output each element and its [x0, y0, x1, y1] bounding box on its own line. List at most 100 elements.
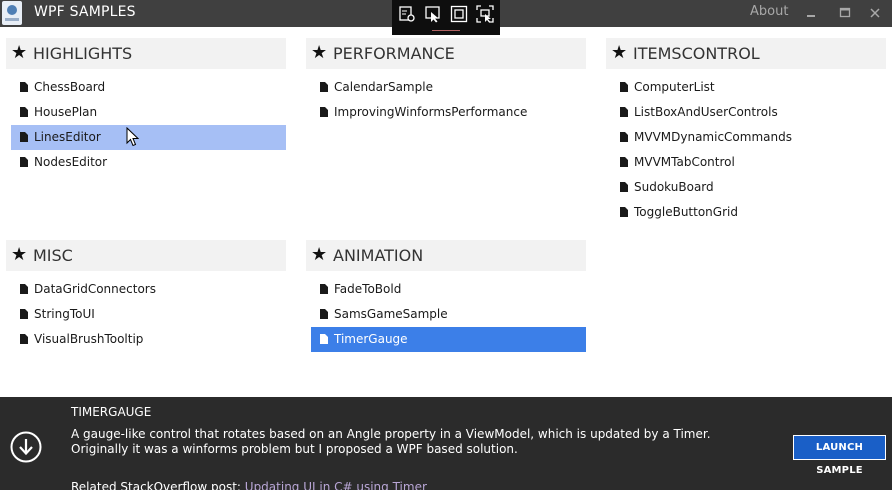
group-header: ★ ANIMATION [306, 240, 586, 271]
track-focus-icon[interactable] [476, 5, 494, 23]
arrow-down-circle-icon[interactable] [10, 431, 42, 463]
document-icon [320, 309, 328, 319]
document-icon [20, 82, 28, 92]
live-visual-tree-icon[interactable] [398, 5, 416, 23]
star-icon: ★ [11, 244, 28, 265]
sample-item-sudokuboard[interactable]: SudokuBoard [611, 175, 886, 200]
sample-item-lineseditor[interactable]: LinesEditor [11, 125, 286, 150]
sample-item-visualbrushtooltip[interactable]: VisualBrushTooltip [11, 327, 286, 352]
details-title: TIMERGAUGE [71, 405, 152, 419]
document-icon [20, 309, 28, 319]
document-icon [620, 207, 628, 217]
sample-label: ToggleButtonGrid [634, 205, 738, 219]
sample-label: ChessBoard [34, 80, 106, 94]
group-title: PERFORMANCE [333, 44, 455, 63]
details-panel: TIMERGAUGE A gauge-like control that rot… [0, 397, 892, 490]
sample-item-fadetobold[interactable]: FadeToBold [311, 277, 586, 302]
sample-item-computerlist[interactable]: ComputerList [611, 75, 886, 100]
document-icon [20, 132, 28, 142]
sample-label: SamsGameSample [334, 307, 448, 321]
sample-label: DataGridConnectors [34, 282, 156, 296]
document-icon [320, 284, 328, 294]
sample-item-mvvmtabcontrol[interactable]: MVVMTabControl [611, 150, 886, 175]
close-icon [870, 8, 880, 18]
maximize-button[interactable] [828, 0, 862, 27]
star-icon: ★ [311, 42, 328, 63]
sample-label: CalendarSample [334, 80, 433, 94]
app-window: WPF SAMPLES About ★ HIGHLIGHTS ChessBoar… [0, 0, 892, 490]
group-header: ★ MISC [6, 240, 286, 271]
group-performance: ★ PERFORMANCE CalendarSample ImprovingWi… [306, 38, 586, 125]
sample-label: LinesEditor [34, 130, 101, 144]
select-element-icon[interactable] [424, 5, 442, 23]
sample-item-stringtoui[interactable]: StringToUI [11, 302, 286, 327]
sample-label: ImprovingWinformsPerformance [334, 105, 528, 119]
sample-label: ListBoxAndUserControls [634, 105, 778, 119]
sample-item-datagridconnectors[interactable]: DataGridConnectors [11, 277, 286, 302]
group-animation: ★ ANIMATION FadeToBold SamsGameSample Ti… [306, 240, 586, 352]
about-link[interactable]: About [750, 4, 788, 19]
mouse-cursor-icon [126, 127, 140, 147]
star-icon: ★ [11, 42, 28, 63]
app-logo-icon [2, 1, 22, 25]
display-layout-adorners-icon[interactable] [450, 5, 468, 23]
title-bar[interactable]: WPF SAMPLES About [0, 0, 892, 35]
document-icon [620, 182, 628, 192]
sample-label: FadeToBold [334, 282, 402, 296]
minimize-icon [807, 15, 815, 17]
sample-item-mvvmdynamiccommands[interactable]: MVVMDynamicCommands [611, 125, 886, 150]
sample-label: SudokuBoard [634, 180, 714, 194]
details-description-line2: Originally it was a winforms problem but… [71, 442, 518, 456]
group-title: ANIMATION [333, 246, 424, 265]
launch-sample-button[interactable]: LAUNCH SAMPLE [793, 435, 886, 476]
sample-label: StringToUI [34, 307, 95, 321]
sample-item-houseplan[interactable]: HousePlan [11, 100, 286, 125]
document-icon [620, 157, 628, 167]
document-icon [320, 334, 328, 344]
sample-label: ComputerList [634, 80, 715, 94]
sample-item-togglebuttongrid[interactable]: ToggleButtonGrid [611, 200, 886, 225]
sample-item-nodeseditor[interactable]: NodesEditor [11, 150, 286, 175]
toolbar-grip [432, 30, 460, 31]
sample-item-calendarsample[interactable]: CalendarSample [311, 75, 586, 100]
group-misc: ★ MISC DataGridConnectors StringToUI Vis… [6, 240, 286, 352]
sample-label: TimerGauge [334, 332, 408, 346]
maximize-icon [839, 7, 851, 18]
star-icon: ★ [311, 244, 328, 265]
document-icon [620, 82, 628, 92]
document-icon [320, 82, 328, 92]
group-header: ★ ITEMSCONTROL [606, 38, 886, 69]
group-header: ★ HIGHLIGHTS [6, 38, 286, 69]
sample-label: MVVMTabControl [634, 155, 735, 169]
sample-item-listboxandusercontrols[interactable]: ListBoxAndUserControls [611, 100, 886, 125]
sample-item-samsgamesample[interactable]: SamsGameSample [311, 302, 586, 327]
document-icon [20, 334, 28, 344]
related-post: Related StackOverflow post: Updating UI … [71, 480, 427, 490]
details-description-line1: A gauge-like control that rotates based … [71, 427, 711, 441]
related-post-link[interactable]: Updating UI in C# using Timer [245, 480, 427, 490]
document-icon [620, 132, 628, 142]
star-icon: ★ [611, 42, 628, 63]
document-icon [20, 107, 28, 117]
sample-item-timergauge[interactable]: TimerGauge [311, 327, 586, 352]
group-title: ITEMSCONTROL [633, 44, 760, 63]
sample-item-improvingwinformsperformance[interactable]: ImprovingWinformsPerformance [311, 100, 586, 125]
sample-label: VisualBrushTooltip [34, 332, 144, 346]
document-icon [20, 284, 28, 294]
group-title: MISC [33, 246, 73, 265]
document-icon [620, 107, 628, 117]
group-header: ★ PERFORMANCE [306, 38, 586, 69]
group-title: HIGHLIGHTS [33, 44, 133, 63]
sample-item-chessboard[interactable]: ChessBoard [11, 75, 286, 100]
sample-label: HousePlan [34, 105, 98, 119]
document-icon [20, 157, 28, 167]
close-button[interactable] [858, 0, 892, 27]
debug-toolbar [392, 0, 500, 35]
minimize-button[interactable] [794, 0, 828, 27]
group-itemscontrol: ★ ITEMSCONTROL ComputerList ListBoxAndUs… [606, 38, 886, 225]
sample-label: MVVMDynamicCommands [634, 130, 792, 144]
sample-label: NodesEditor [34, 155, 108, 169]
related-prefix: Related StackOverflow post: [71, 480, 245, 490]
window-title: WPF SAMPLES [34, 4, 136, 20]
group-highlights: ★ HIGHLIGHTS ChessBoard HousePlan LinesE… [6, 38, 286, 175]
